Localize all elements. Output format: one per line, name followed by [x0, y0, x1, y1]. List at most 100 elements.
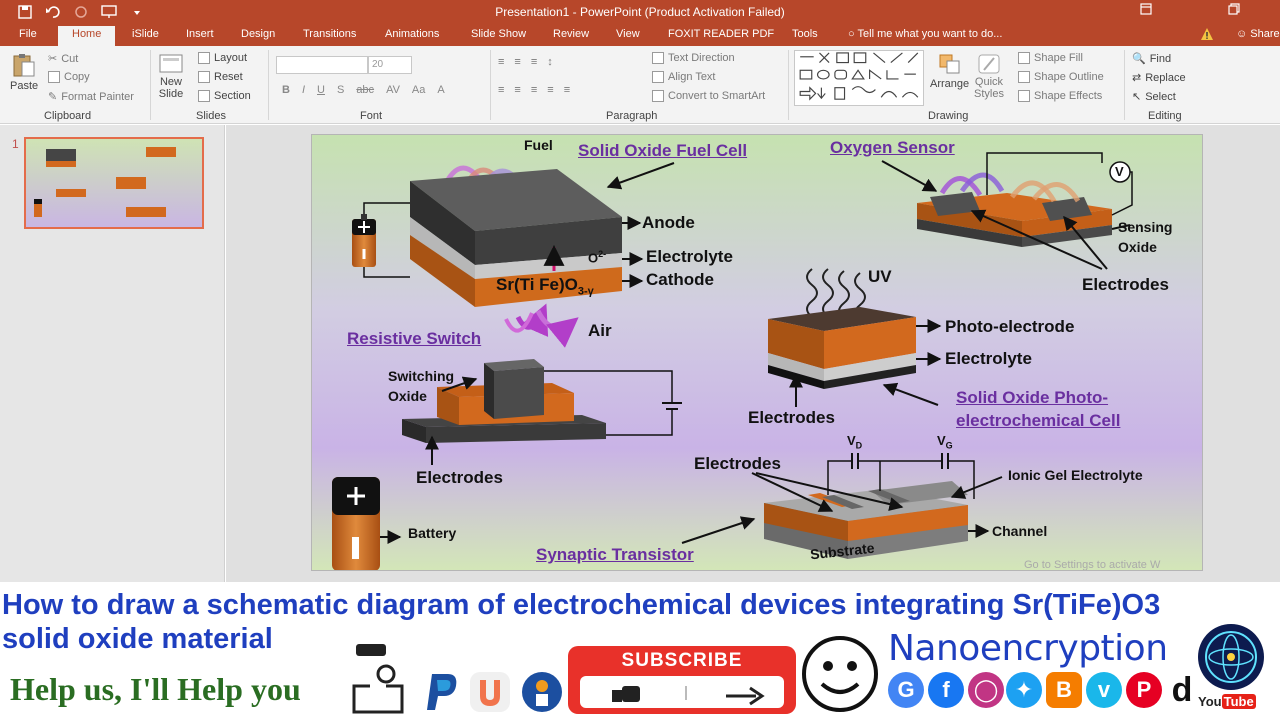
window-title: Presentation1 - PowerPoint (Product Acti…: [495, 5, 785, 19]
tab-view[interactable]: View: [616, 28, 640, 40]
shape-effects-button[interactable]: Shape Effects: [1018, 90, 1102, 102]
electrolyte-label: Electrolyte: [646, 247, 733, 266]
text-direction-icon: [652, 52, 664, 64]
shape-outline-label: Shape Outline: [1034, 71, 1104, 83]
tab-review[interactable]: Review: [553, 28, 589, 40]
slide-canvas[interactable]: Fuel Solid Oxide Fuel Cell Anode O2- Ele…: [311, 134, 1203, 571]
strikethrough-icon[interactable]: abc: [356, 84, 374, 96]
tab-slide-show[interactable]: Slide Show: [471, 28, 526, 40]
photo-cell-title-line2: electrochemical Cell: [956, 411, 1121, 430]
align-text-icon: [652, 71, 664, 83]
new-slide-icon: [159, 54, 183, 73]
font-size-box[interactable]: 20: [368, 56, 412, 74]
numbering-icon[interactable]: ≡: [514, 56, 520, 68]
tell-me-box[interactable]: ○ Tell me what you want to do...: [848, 28, 1002, 40]
blogger-icon[interactable]: B: [1046, 672, 1082, 708]
shapes-gallery[interactable]: [794, 50, 924, 106]
shadow-icon[interactable]: S: [337, 84, 344, 96]
tab-animations[interactable]: Animations: [385, 28, 439, 40]
slides-group-label: Slides: [196, 110, 226, 122]
replace-button[interactable]: ⇄ Replace: [1132, 71, 1186, 85]
new-slide-button[interactable]: New Slide: [158, 52, 184, 100]
oxygen-sensor-title: Oxygen Sensor: [830, 138, 955, 157]
underline-icon[interactable]: U: [317, 84, 325, 96]
warning-icon[interactable]: [1200, 27, 1214, 41]
text-direction-button[interactable]: Text Direction: [652, 52, 735, 64]
quick-styles-button[interactable]: Quick Styles: [974, 52, 1004, 100]
nanoencryption-logo: [1198, 624, 1264, 690]
tab-tools[interactable]: Tools: [792, 28, 818, 40]
layout-button[interactable]: Layout: [198, 52, 247, 64]
slide-thumbnail[interactable]: [24, 137, 204, 229]
dailymotion-icon[interactable]: d: [1164, 671, 1200, 709]
line-spacing-icon[interactable]: ↕: [547, 56, 553, 68]
brand-name: Nanoencryption: [888, 628, 1168, 669]
shape-outline-button[interactable]: Shape Outline: [1018, 71, 1104, 83]
subscribe-label: SUBSCRIBE: [621, 650, 743, 671]
tab-islide[interactable]: iSlide: [132, 28, 159, 40]
spacing-icon[interactable]: AV: [386, 84, 400, 96]
align-right-icon[interactable]: ≡: [531, 84, 537, 96]
tab-home[interactable]: Home: [58, 26, 116, 46]
convert-smartart-button[interactable]: Convert to SmartArt: [652, 90, 765, 102]
shape-fill-button[interactable]: Shape Fill: [1018, 52, 1083, 64]
tab-design[interactable]: Design: [241, 28, 275, 40]
find-button[interactable]: 🔍 Find: [1132, 52, 1171, 66]
align-text-button[interactable]: Align Text: [652, 71, 716, 83]
format-painter-button[interactable]: ✎ Format Painter: [48, 90, 134, 104]
paste-button[interactable]: Paste: [10, 52, 38, 92]
powerpoint-window: Presentation1 - PowerPoint (Product Acti…: [0, 0, 1280, 720]
bold-icon[interactable]: B: [282, 84, 290, 96]
window-controls: [1140, 3, 1240, 18]
photo-electrolyte-label: Electrolyte: [945, 349, 1032, 368]
title-bar: Presentation1 - PowerPoint (Product Acti…: [0, 0, 1280, 24]
format-painter-label: Format Painter: [61, 90, 134, 103]
align-left-icon[interactable]: ≡: [498, 84, 504, 96]
reset-button[interactable]: Reset: [198, 71, 243, 83]
sensor-electrodes-label: Electrodes: [1082, 275, 1169, 294]
tab-file[interactable]: File: [19, 28, 37, 40]
reset-icon: [198, 71, 210, 83]
italic-icon[interactable]: I: [302, 84, 305, 96]
twitter-icon[interactable]: ✦: [1006, 672, 1042, 708]
subscribe-button[interactable]: SUBSCRIBE: [568, 646, 796, 714]
pinterest-icon[interactable]: P: [1126, 672, 1162, 708]
section-button[interactable]: Section: [198, 90, 251, 102]
slide-thumbnail-pane: 1: [0, 125, 225, 582]
tab-foxit-reader-pdf[interactable]: FOXIT READER PDF: [668, 28, 774, 40]
restore-icon[interactable]: [1228, 3, 1240, 18]
thumbnail-preview: [34, 147, 176, 217]
google-icon[interactable]: G: [888, 672, 924, 708]
ribbon-display-icon[interactable]: [1140, 3, 1152, 18]
indent-icon[interactable]: ≡: [531, 56, 537, 68]
youtube-logo[interactable]: You Tube: [1198, 694, 1256, 709]
shape-fill-icon: [1018, 52, 1030, 64]
select-label: Select: [1145, 90, 1176, 103]
vimeo-icon[interactable]: v: [1086, 672, 1122, 708]
justify-icon[interactable]: ≡: [547, 84, 553, 96]
section-icon: [198, 90, 210, 102]
tab-transitions[interactable]: Transitions: [303, 28, 356, 40]
activation-watermark: Go to Settings to activate W: [1024, 559, 1161, 571]
instagram-icon[interactable]: ◯: [968, 672, 1004, 708]
columns-icon[interactable]: ≡: [564, 84, 570, 96]
list-buttons: ≡ ≡ ≡ ↕: [498, 56, 553, 68]
patreon-like-icon: [522, 672, 562, 712]
bullets-icon[interactable]: ≡: [498, 56, 504, 68]
anode-label: Anode: [642, 213, 695, 232]
editing-group-label: Editing: [1148, 110, 1182, 122]
tab-insert[interactable]: Insert: [186, 28, 214, 40]
case-icon[interactable]: Aa: [412, 84, 425, 96]
select-icon: ↖: [1132, 91, 1142, 103]
switch-oxide-label: Oxide: [388, 388, 427, 404]
select-button[interactable]: ↖ Select: [1132, 90, 1176, 104]
arrange-button[interactable]: Arrange: [930, 52, 969, 90]
align-center-icon[interactable]: ≡: [514, 84, 520, 96]
cut-button[interactable]: ✂ Cut: [48, 52, 78, 66]
gate-voltage-symbol: V: [937, 433, 946, 448]
font-name-box[interactable]: [276, 56, 368, 74]
facebook-icon[interactable]: f: [928, 672, 964, 708]
copy-button[interactable]: Copy: [48, 71, 90, 83]
share-button[interactable]: ☺ Share: [1236, 28, 1280, 40]
font-color-icon[interactable]: A: [437, 84, 444, 96]
